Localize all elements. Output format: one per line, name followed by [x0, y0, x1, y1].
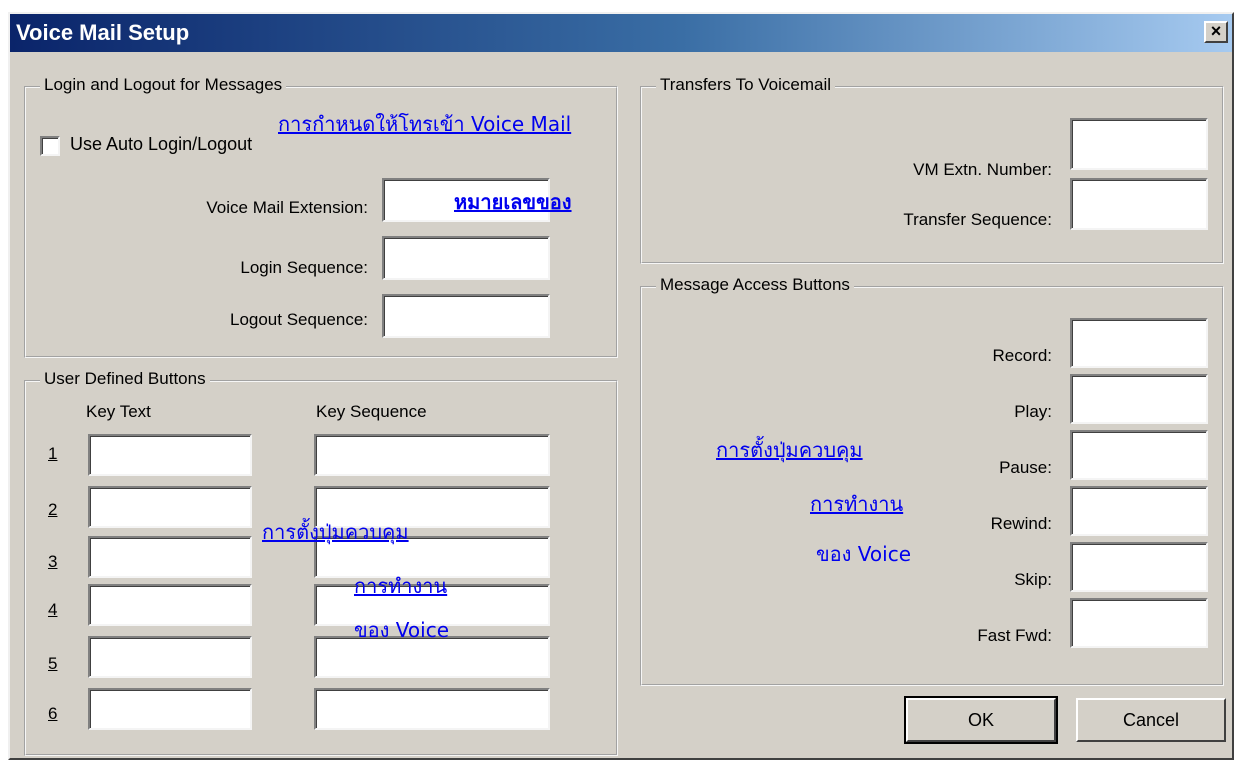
- annotation-user-buttons-link-1[interactable]: การตั้งปุ่มควบคุม: [262, 516, 409, 548]
- login-sequence-input[interactable]: [382, 236, 550, 280]
- auto-login-label: Use Auto Login/Logout: [70, 134, 253, 154]
- annotation-user-buttons-text-3: ของ Voice: [354, 618, 450, 642]
- key-sequence-input-6[interactable]: [314, 688, 550, 730]
- vm-extn-number-input[interactable]: [1070, 118, 1208, 170]
- pause-input[interactable]: [1070, 430, 1208, 480]
- user-defined-buttons-group: User Defined Buttons Key Text Key Sequen…: [24, 369, 618, 756]
- key-sequence-input-1[interactable]: [314, 434, 550, 476]
- fast-fwd-label: Fast Fwd:: [977, 626, 1052, 645]
- annotation-user-buttons-link-2[interactable]: การทำงาน: [354, 570, 447, 602]
- rewind-label: Rewind:: [990, 514, 1052, 533]
- transfers-group: Transfers To Voicemail VM Extn. Number: …: [640, 75, 1224, 264]
- close-icon[interactable]: ×: [1204, 21, 1228, 43]
- key-sequence-header: Key Sequence: [316, 402, 427, 421]
- key-text-input-1[interactable]: [88, 434, 252, 476]
- voice-mail-setup-dialog: Voice Mail Setup × Login and Logout for …: [8, 12, 1234, 760]
- fast-fwd-input[interactable]: [1070, 598, 1208, 648]
- message-access-legend: Message Access Buttons: [656, 275, 854, 295]
- row-number: 5: [48, 654, 58, 673]
- ok-button[interactable]: OK: [904, 696, 1058, 744]
- annotation-message-buttons-link-2[interactable]: การทำงาน: [810, 488, 903, 520]
- annotation-voice-mail-setup-link[interactable]: การกำหนดให้โทรเข้า Voice Mail: [278, 108, 571, 140]
- rewind-input[interactable]: [1070, 486, 1208, 536]
- play-label: Play:: [1014, 402, 1052, 421]
- voice-mail-extension-label: Voice Mail Extension:: [206, 198, 368, 217]
- user-buttons-legend: User Defined Buttons: [40, 369, 210, 389]
- key-text-header: Key Text: [86, 402, 151, 421]
- key-text-input-3[interactable]: [88, 536, 252, 578]
- skip-label: Skip:: [1014, 570, 1052, 589]
- key-text-input-2[interactable]: [88, 486, 252, 528]
- title-bar: Voice Mail Setup ×: [10, 14, 1232, 52]
- dialog-title: Voice Mail Setup: [16, 20, 190, 45]
- vm-extn-number-label: VM Extn. Number:: [913, 160, 1052, 179]
- pause-label: Pause:: [999, 458, 1052, 477]
- login-sequence-label: Login Sequence:: [240, 258, 368, 277]
- logout-sequence-input[interactable]: [382, 294, 550, 338]
- annotation-message-buttons-text-3: ของ Voice: [816, 542, 912, 566]
- skip-input[interactable]: [1070, 542, 1208, 592]
- key-text-input-5[interactable]: [88, 636, 252, 678]
- row-number: 4: [48, 600, 58, 619]
- transfers-legend: Transfers To Voicemail: [656, 75, 836, 95]
- row-number: 6: [48, 704, 58, 723]
- record-label: Record:: [992, 346, 1052, 365]
- annotation-number-link[interactable]: หมายเลขของ: [454, 186, 572, 218]
- login-logout-legend: Login and Logout for Messages: [40, 75, 287, 95]
- record-input[interactable]: [1070, 318, 1208, 368]
- logout-sequence-label: Logout Sequence:: [229, 310, 368, 329]
- row-number: 3: [48, 552, 58, 571]
- play-input[interactable]: [1070, 374, 1208, 424]
- row-number: 2: [48, 500, 58, 519]
- key-text-input-4[interactable]: [88, 584, 252, 626]
- cancel-button[interactable]: Cancel: [1076, 698, 1226, 742]
- message-access-buttons-group: Message Access Buttons Record: Play: Pau…: [640, 275, 1224, 686]
- transfer-sequence-input[interactable]: [1070, 178, 1208, 230]
- row-number: 1: [48, 444, 58, 463]
- key-text-input-6[interactable]: [88, 688, 252, 730]
- annotation-message-buttons-link-1[interactable]: การตั้งปุ่มควบคุม: [716, 434, 863, 466]
- auto-login-checkbox[interactable]: [40, 136, 60, 156]
- transfer-sequence-label: Transfer Sequence:: [903, 210, 1052, 229]
